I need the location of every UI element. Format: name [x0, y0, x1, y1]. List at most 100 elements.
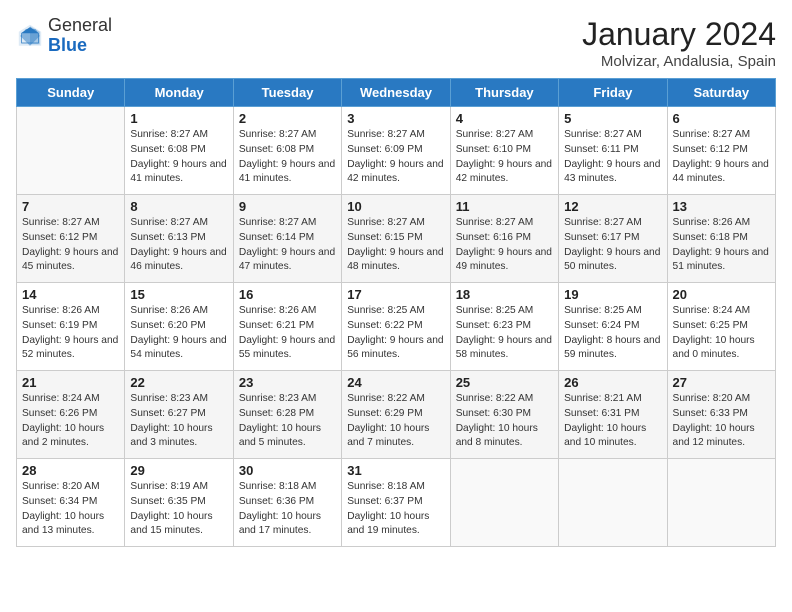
- calendar-cell: 17 Sunrise: 8:25 AMSunset: 6:22 PMDayligh…: [342, 283, 450, 371]
- day-number: 23: [239, 375, 336, 390]
- calendar-cell: 18Sunrise: 8:25 AMSunset: 6:23 PMDayligh…: [450, 283, 558, 371]
- logo: General Blue: [16, 16, 112, 56]
- calendar-cell: 21Sunrise: 8:24 AMSunset: 6:26 PMDayligh…: [17, 371, 125, 459]
- day-detail: Sunrise: 8:27 AMSunset: 6:15 PMDaylight:…: [347, 217, 443, 272]
- day-detail: Sunrise: 8:27 AMSunset: 6:08 PMDaylight:…: [239, 129, 335, 184]
- calendar-cell: 24 Sunrise: 8:22 AMSunset: 6:29 PMDayligh…: [342, 371, 450, 459]
- calendar-cell: 12 Sunrise: 8:27 AMSunset: 6:17 PMDayligh…: [559, 195, 667, 283]
- calendar-cell: 23 Sunrise: 8:23 AMSunset: 6:28 PMDayligh…: [233, 371, 341, 459]
- calendar-cell: 30 Sunrise: 8:18 AMSunset: 6:36 PMDayligh…: [233, 459, 341, 547]
- calendar-cell: 6 Sunrise: 8:27 AMSunset: 6:12 PMDaylight…: [667, 107, 775, 195]
- column-header-tuesday: Tuesday: [233, 79, 341, 107]
- calendar-cell: 9 Sunrise: 8:27 AMSunset: 6:14 PMDaylight…: [233, 195, 341, 283]
- calendar-cell: 25 Sunrise: 8:22 AMSunset: 6:30 PMDayligh…: [450, 371, 558, 459]
- day-detail: Sunrise: 8:27 AMSunset: 6:14 PMDaylight:…: [239, 217, 335, 272]
- day-number: 21: [22, 375, 119, 390]
- day-number: 30: [239, 463, 336, 478]
- day-detail: Sunrise: 8:21 AMSunset: 6:31 PMDaylight:…: [564, 393, 646, 448]
- day-number: 9: [239, 199, 336, 214]
- calendar-cell: [667, 459, 775, 547]
- day-number: 12: [564, 199, 661, 214]
- day-detail: Sunrise: 8:23 AMSunset: 6:27 PMDaylight:…: [130, 393, 212, 448]
- calendar-cell: 8 Sunrise: 8:27 AMSunset: 6:13 PMDaylight…: [125, 195, 233, 283]
- day-number: 5: [564, 111, 661, 126]
- day-number: 15: [130, 287, 227, 302]
- location-subtitle: Molvizar, Andalusia, Spain: [582, 53, 776, 70]
- day-detail: Sunrise: 8:25 AMSunset: 6:22 PMDaylight:…: [347, 305, 443, 360]
- day-detail: Sunrise: 8:26 AMSunset: 6:21 PMDaylight:…: [239, 305, 335, 360]
- day-number: 6: [673, 111, 770, 126]
- day-detail: Sunrise: 8:27 AMSunset: 6:10 PMDaylight:…: [456, 129, 552, 184]
- day-detail: Sunrise: 8:25 AMSunset: 6:24 PMDaylight:…: [564, 305, 660, 360]
- day-detail: Sunrise: 8:22 AMSunset: 6:29 PMDaylight:…: [347, 393, 429, 448]
- calendar-cell: 1 Sunrise: 8:27 AMSunset: 6:08 PMDaylight…: [125, 107, 233, 195]
- day-detail: Sunrise: 8:24 AMSunset: 6:25 PMDaylight:…: [673, 305, 755, 360]
- day-detail: Sunrise: 8:27 AMSunset: 6:11 PMDaylight:…: [564, 129, 660, 184]
- day-detail: Sunrise: 8:25 AMSunset: 6:23 PMDaylight:…: [456, 305, 552, 360]
- calendar-cell: 7Sunrise: 8:27 AMSunset: 6:12 PMDaylight…: [17, 195, 125, 283]
- logo-icon: [16, 22, 44, 50]
- column-header-monday: Monday: [125, 79, 233, 107]
- day-number: 31: [347, 463, 444, 478]
- calendar-cell: [450, 459, 558, 547]
- calendar-week-row: 14Sunrise: 8:26 AMSunset: 6:19 PMDayligh…: [17, 283, 776, 371]
- calendar-cell: 28 Sunrise: 8:20 AMSunset: 6:34 PMDayligh…: [17, 459, 125, 547]
- column-header-sunday: Sunday: [17, 79, 125, 107]
- day-number: 26: [564, 375, 661, 390]
- calendar-cell: 13Sunrise: 8:26 AMSunset: 6:18 PMDayligh…: [667, 195, 775, 283]
- day-number: 24: [347, 375, 444, 390]
- day-detail: Sunrise: 8:19 AMSunset: 6:35 PMDaylight:…: [130, 481, 212, 536]
- day-detail: Sunrise: 8:26 AMSunset: 6:18 PMDaylight:…: [673, 217, 769, 272]
- calendar-week-row: 7Sunrise: 8:27 AMSunset: 6:12 PMDaylight…: [17, 195, 776, 283]
- page-header: General Blue January 2024 Molvizar, Anda…: [16, 16, 776, 70]
- calendar-cell: 26 Sunrise: 8:21 AMSunset: 6:31 PMDayligh…: [559, 371, 667, 459]
- day-detail: Sunrise: 8:27 AMSunset: 6:12 PMDaylight:…: [673, 129, 769, 184]
- calendar-cell: 2 Sunrise: 8:27 AMSunset: 6:08 PMDaylight…: [233, 107, 341, 195]
- day-detail: Sunrise: 8:27 AMSunset: 6:09 PMDaylight:…: [347, 129, 443, 184]
- calendar-week-row: 28 Sunrise: 8:20 AMSunset: 6:34 PMDayligh…: [17, 459, 776, 547]
- day-detail: Sunrise: 8:27 AMSunset: 6:08 PMDaylight:…: [130, 129, 226, 184]
- day-detail: Sunrise: 8:27 AMSunset: 6:16 PMDaylight:…: [456, 217, 552, 272]
- calendar-cell: 10 Sunrise: 8:27 AMSunset: 6:15 PMDayligh…: [342, 195, 450, 283]
- calendar-cell: 14Sunrise: 8:26 AMSunset: 6:19 PMDayligh…: [17, 283, 125, 371]
- day-detail: Sunrise: 8:27 AMSunset: 6:17 PMDaylight:…: [564, 217, 660, 272]
- column-header-wednesday: Wednesday: [342, 79, 450, 107]
- column-header-thursday: Thursday: [450, 79, 558, 107]
- title-block: January 2024 Molvizar, Andalusia, Spain: [582, 16, 776, 70]
- day-number: 29: [130, 463, 227, 478]
- day-detail: Sunrise: 8:22 AMSunset: 6:30 PMDaylight:…: [456, 393, 538, 448]
- calendar-cell: [17, 107, 125, 195]
- day-number: 20: [673, 287, 770, 302]
- day-number: 25: [456, 375, 553, 390]
- calendar-cell: 19Sunrise: 8:25 AMSunset: 6:24 PMDayligh…: [559, 283, 667, 371]
- day-number: 14: [22, 287, 119, 302]
- day-detail: Sunrise: 8:26 AMSunset: 6:20 PMDaylight:…: [130, 305, 226, 360]
- calendar-cell: 3Sunrise: 8:27 AMSunset: 6:09 PMDaylight…: [342, 107, 450, 195]
- day-detail: Sunrise: 8:18 AMSunset: 6:37 PMDaylight:…: [347, 481, 429, 536]
- calendar-cell: 20 Sunrise: 8:24 AMSunset: 6:25 PMDayligh…: [667, 283, 775, 371]
- day-detail: Sunrise: 8:23 AMSunset: 6:28 PMDaylight:…: [239, 393, 321, 448]
- day-number: 28: [22, 463, 119, 478]
- day-detail: Sunrise: 8:20 AMSunset: 6:33 PMDaylight:…: [673, 393, 755, 448]
- day-number: 16: [239, 287, 336, 302]
- day-number: 8: [130, 199, 227, 214]
- day-number: 11: [456, 199, 553, 214]
- calendar-week-row: 21Sunrise: 8:24 AMSunset: 6:26 PMDayligh…: [17, 371, 776, 459]
- day-detail: Sunrise: 8:18 AMSunset: 6:36 PMDaylight:…: [239, 481, 321, 536]
- column-header-saturday: Saturday: [667, 79, 775, 107]
- day-number: 1: [130, 111, 227, 126]
- calendar-week-row: 1 Sunrise: 8:27 AMSunset: 6:08 PMDaylight…: [17, 107, 776, 195]
- day-number: 4: [456, 111, 553, 126]
- calendar-table: SundayMondayTuesdayWednesdayThursdayFrid…: [16, 78, 776, 547]
- logo-text: General Blue: [48, 16, 112, 56]
- day-number: 2: [239, 111, 336, 126]
- column-header-friday: Friday: [559, 79, 667, 107]
- calendar-cell: 31 Sunrise: 8:18 AMSunset: 6:37 PMDayligh…: [342, 459, 450, 547]
- day-number: 22: [130, 375, 227, 390]
- calendar-header-row: SundayMondayTuesdayWednesdayThursdayFrid…: [17, 79, 776, 107]
- day-number: 10: [347, 199, 444, 214]
- day-number: 17: [347, 287, 444, 302]
- calendar-cell: 11 Sunrise: 8:27 AMSunset: 6:16 PMDayligh…: [450, 195, 558, 283]
- day-detail: Sunrise: 8:27 AMSunset: 6:13 PMDaylight:…: [130, 217, 226, 272]
- day-detail: Sunrise: 8:20 AMSunset: 6:34 PMDaylight:…: [22, 481, 104, 536]
